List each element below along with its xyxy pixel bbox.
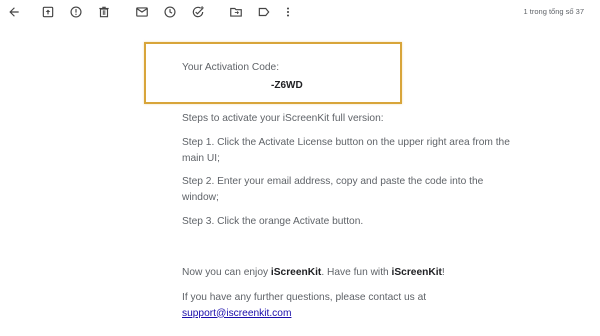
label-icon[interactable] [257, 5, 271, 19]
activation-label: Your Activation Code: [182, 62, 280, 73]
steps-intro: Steps to activate your iScreenKit full v… [182, 113, 384, 124]
email-toolbar: 1 trong tổng số 37 [0, 0, 600, 26]
support-email-link[interactable]: support@iscreenkit.com [182, 308, 291, 319]
snooze-icon[interactable] [163, 5, 177, 19]
add-task-icon[interactable] [191, 5, 205, 19]
step-3: Step 3. Click the orange Activate button… [182, 216, 364, 227]
move-to-icon[interactable] [229, 5, 243, 19]
report-spam-icon[interactable] [69, 5, 83, 19]
enjoy-middle: . Have fun with [321, 267, 392, 278]
activation-code: -Z6WD [271, 80, 303, 91]
enjoy-suffix: ! [441, 267, 445, 278]
more-vertical-icon[interactable] [281, 5, 295, 19]
mark-unread-icon[interactable] [135, 5, 149, 19]
back-arrow-icon[interactable] [7, 5, 21, 19]
delete-icon[interactable] [97, 5, 111, 19]
enjoy-line: Now you can enjoy iScreenKit. Have fun w… [182, 265, 512, 281]
enjoy-prefix: Now you can enjoy [182, 267, 271, 278]
archive-icon[interactable] [41, 5, 55, 19]
pager-count: 1 trong tổng số 37 [523, 7, 584, 16]
step-1: Step 1. Click the Activate License butto… [182, 137, 510, 164]
enjoy-brand-2: iScreenKit [391, 267, 442, 278]
step-2: Step 2. Enter your email address, copy a… [182, 176, 484, 203]
contact-text: If you have any further questions, pleas… [182, 292, 427, 303]
enjoy-brand: iScreenKit [270, 267, 322, 278]
contact-line: If you have any further questions, pleas… [182, 290, 512, 321]
